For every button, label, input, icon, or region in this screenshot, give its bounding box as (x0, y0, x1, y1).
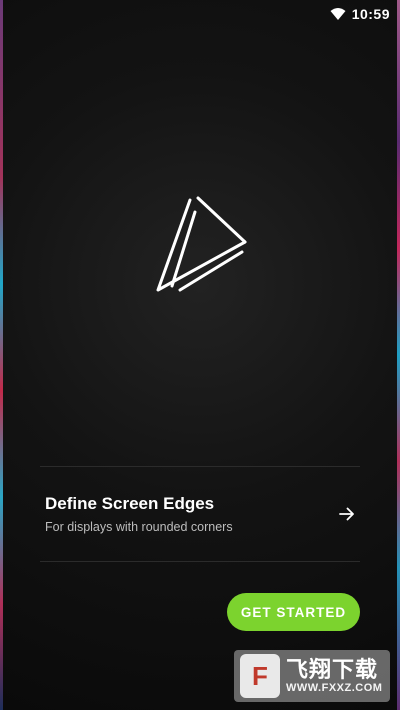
wifi-icon (330, 8, 346, 20)
watermark-text: 飞翔下载 WWW.FXXZ.COM (286, 657, 383, 695)
define-screen-edges-item[interactable]: Define Screen Edges For displays with ro… (40, 467, 360, 561)
get-started-button[interactable]: GET STARTED (227, 593, 360, 631)
status-time: 10:59 (351, 6, 390, 22)
watermark-chinese: 飞翔下载 (286, 657, 379, 682)
triangle-play-logo-icon (156, 196, 247, 292)
edge-glow-left (0, 0, 3, 710)
watermark-logo-icon: F (240, 654, 280, 698)
app-screen: 10:59 Define Screen Edges For displays w… (0, 0, 400, 710)
edges-title: Define Screen Edges (45, 494, 215, 513)
edges-text-group: Define Screen Edges For displays with ro… (45, 494, 233, 534)
watermark: F 飞翔下载 WWW.FXXZ.COM (234, 650, 390, 702)
divider-bottom (40, 561, 360, 562)
watermark-url: WWW.FXXZ.COM (286, 682, 383, 694)
edges-subtitle: For displays with rounded corners (45, 520, 233, 534)
status-bar: 10:59 (0, 0, 400, 28)
arrow-right-icon[interactable] (338, 505, 356, 523)
